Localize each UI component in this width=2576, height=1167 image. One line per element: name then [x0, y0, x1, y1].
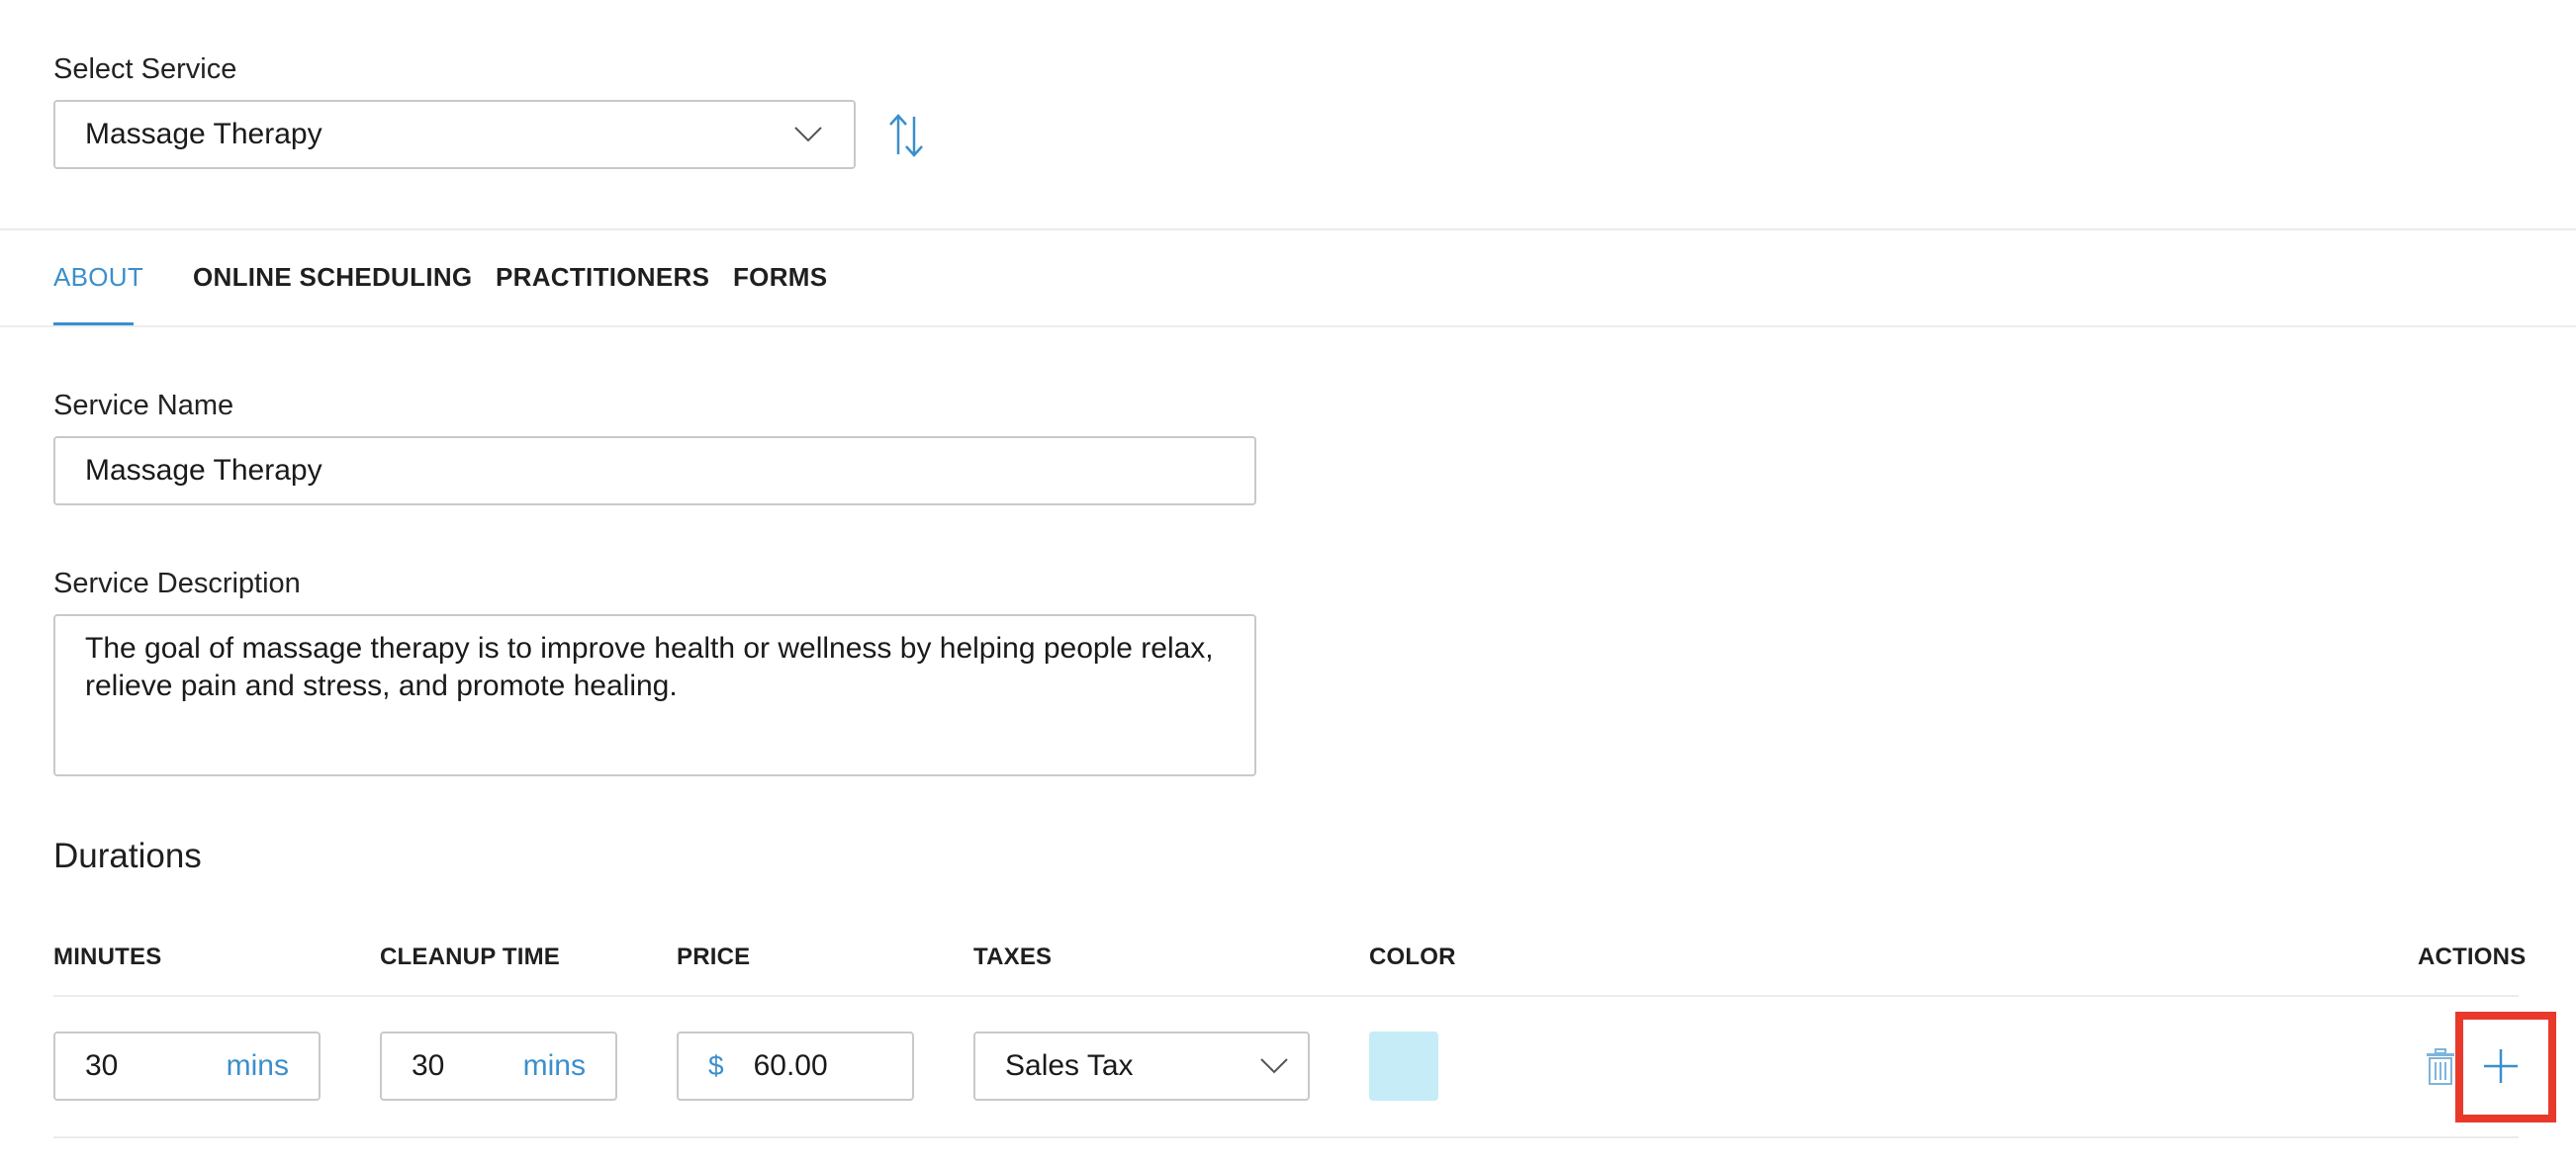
cleanup-unit: mins: [522, 1049, 586, 1082]
service-select-value: Massage Therapy: [85, 118, 322, 150]
column-header-actions: ACTIONS: [2418, 943, 2527, 970]
tab-about[interactable]: ABOUT: [53, 262, 143, 293]
service-name-input[interactable]: Massage Therapy: [53, 436, 1256, 505]
price-value: 60.00: [753, 1049, 828, 1082]
table-row-divider: [53, 1136, 2519, 1138]
taxes-select[interactable]: Sales Tax: [973, 1032, 1310, 1101]
service-select[interactable]: Massage Therapy: [53, 100, 856, 169]
description-line: The goal of massage therapy is to improv…: [85, 632, 1214, 665]
select-service-label: Select Service: [53, 53, 237, 85]
sort-icon[interactable]: [886, 111, 926, 160]
tab-online-scheduling[interactable]: ONLINE SCHEDULING: [193, 262, 472, 293]
tab-practitioners[interactable]: PRACTITIONERS: [496, 262, 709, 293]
highlight-box: [2455, 1012, 2556, 1122]
durations-title: Durations: [53, 837, 202, 875]
tab-forms[interactable]: FORMS: [733, 262, 827, 293]
cleanup-time-input[interactable]: 30 mins: [380, 1032, 617, 1101]
table-divider: [53, 995, 2519, 997]
divider: [0, 228, 2576, 230]
minutes-value: 30: [85, 1049, 119, 1082]
service-name-label: Service Name: [53, 390, 234, 421]
column-header-taxes: TAXES: [973, 943, 1053, 970]
service-description-label: Service Description: [53, 568, 301, 599]
minutes-input[interactable]: 30 mins: [53, 1032, 321, 1101]
chevron-down-icon: [788, 115, 828, 154]
description-line: relieve pain and stress, and promote hea…: [85, 670, 678, 702]
column-header-color: COLOR: [1369, 943, 1456, 970]
color-swatch[interactable]: [1369, 1032, 1438, 1101]
column-header-cleanup-time: CLEANUP TIME: [380, 943, 560, 970]
price-input[interactable]: $ 60.00: [677, 1032, 914, 1101]
service-name-value: Massage Therapy: [85, 454, 322, 487]
column-header-price: PRICE: [677, 943, 751, 970]
chevron-down-icon: [1254, 1046, 1294, 1086]
currency-symbol: $: [708, 1050, 724, 1081]
minutes-unit: mins: [226, 1049, 289, 1082]
cleanup-value: 30: [412, 1049, 445, 1082]
trash-icon[interactable]: [2424, 1048, 2457, 1086]
service-description-textarea[interactable]: The goal of massage therapy is to improv…: [53, 614, 1256, 776]
column-header-minutes: MINUTES: [53, 943, 162, 970]
taxes-select-value: Sales Tax: [1005, 1049, 1134, 1082]
divider: [0, 325, 2576, 327]
